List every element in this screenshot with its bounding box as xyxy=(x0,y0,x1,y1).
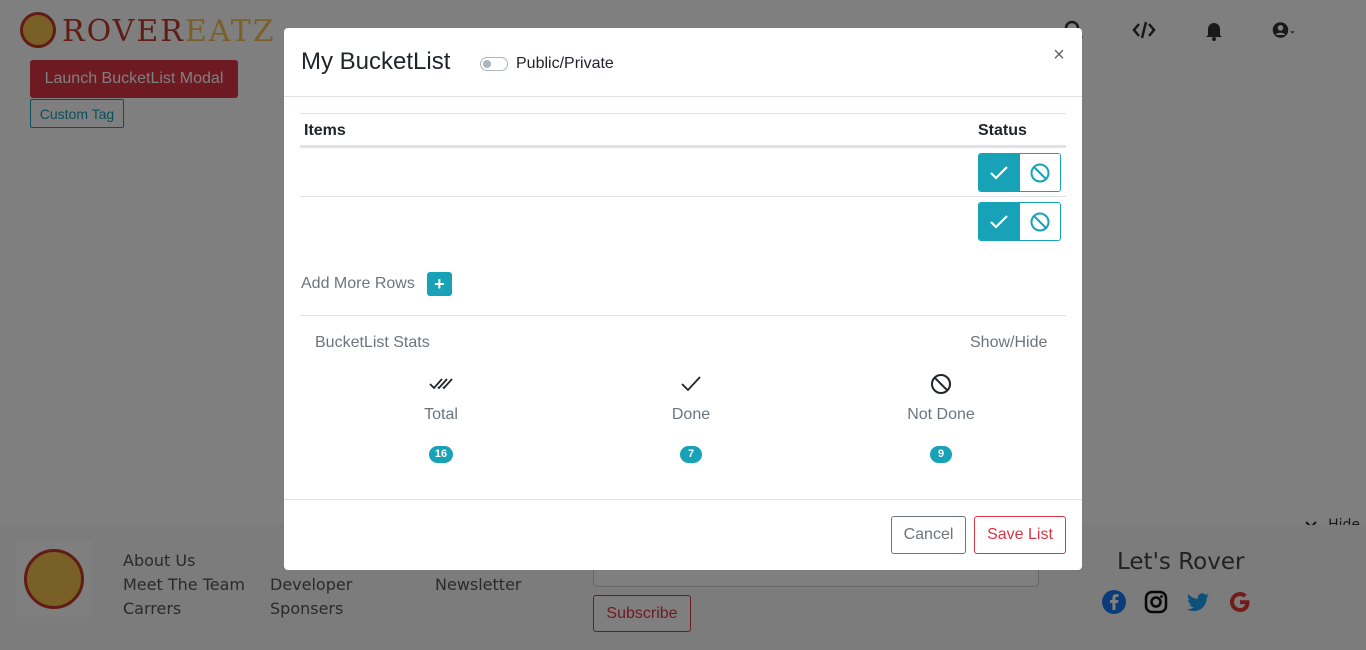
switch-knob xyxy=(483,60,491,68)
table-header: Items Status xyxy=(300,113,1066,147)
status-toggle-group xyxy=(978,153,1061,192)
stats-title: BucketList Stats xyxy=(315,334,430,351)
status-toggle-group xyxy=(978,202,1061,241)
items-column-header: Items xyxy=(304,122,346,139)
table-row xyxy=(300,196,1066,245)
modal-header: My BucketList Public/Private × xyxy=(284,28,1082,97)
stats-divider xyxy=(300,315,1066,316)
check-icon xyxy=(990,165,1009,180)
add-more-rows: Add More Rows + xyxy=(301,272,452,296)
mark-not-done-button[interactable] xyxy=(1019,203,1060,240)
bucketlist-item-input[interactable] xyxy=(302,153,962,191)
ban-icon xyxy=(931,374,951,394)
ban-icon xyxy=(1030,212,1050,231)
stat-not-done: Not Done 9 xyxy=(841,372,1041,463)
bucketlist-modal: My BucketList Public/Private × Items Sta… xyxy=(284,28,1082,570)
stat-done: Done 7 xyxy=(591,372,791,463)
close-icon[interactable]: × xyxy=(1050,44,1068,66)
stat-total-badge: 16 xyxy=(428,446,454,463)
stat-done-label: Done xyxy=(671,406,711,423)
bucketlist-item-input[interactable] xyxy=(302,202,962,240)
stat-done-badge: 7 xyxy=(680,446,702,463)
cancel-button[interactable]: Cancel xyxy=(891,516,966,554)
save-list-button[interactable]: Save List xyxy=(974,516,1066,554)
check-icon xyxy=(990,214,1009,229)
public-private-label[interactable]: Public/Private xyxy=(516,55,614,73)
modal-footer: Cancel Save List xyxy=(284,499,1082,570)
status-column-header: Status xyxy=(978,122,1027,139)
stat-total-label: Total xyxy=(424,406,458,423)
check-icon xyxy=(681,376,701,392)
table-row xyxy=(300,147,1066,196)
stat-total: Total 16 xyxy=(341,372,541,463)
public-private-switch[interactable] xyxy=(480,57,508,71)
ban-icon xyxy=(1030,163,1050,182)
modal-title: My BucketList xyxy=(301,48,451,75)
mark-done-button[interactable] xyxy=(979,203,1020,240)
mark-not-done-button[interactable] xyxy=(1019,154,1060,191)
stat-not-done-badge: 9 xyxy=(930,446,952,463)
mark-done-button[interactable] xyxy=(979,154,1020,191)
add-row-button[interactable]: + xyxy=(426,272,452,296)
bucketlist-table: Items Status xyxy=(300,113,1066,245)
double-check-icon xyxy=(429,378,453,390)
stats-show-hide-toggle[interactable]: Show/Hide xyxy=(970,334,1047,352)
stat-not-done-label: Not Done xyxy=(907,406,975,423)
add-more-rows-label: Add More Rows xyxy=(301,275,415,292)
